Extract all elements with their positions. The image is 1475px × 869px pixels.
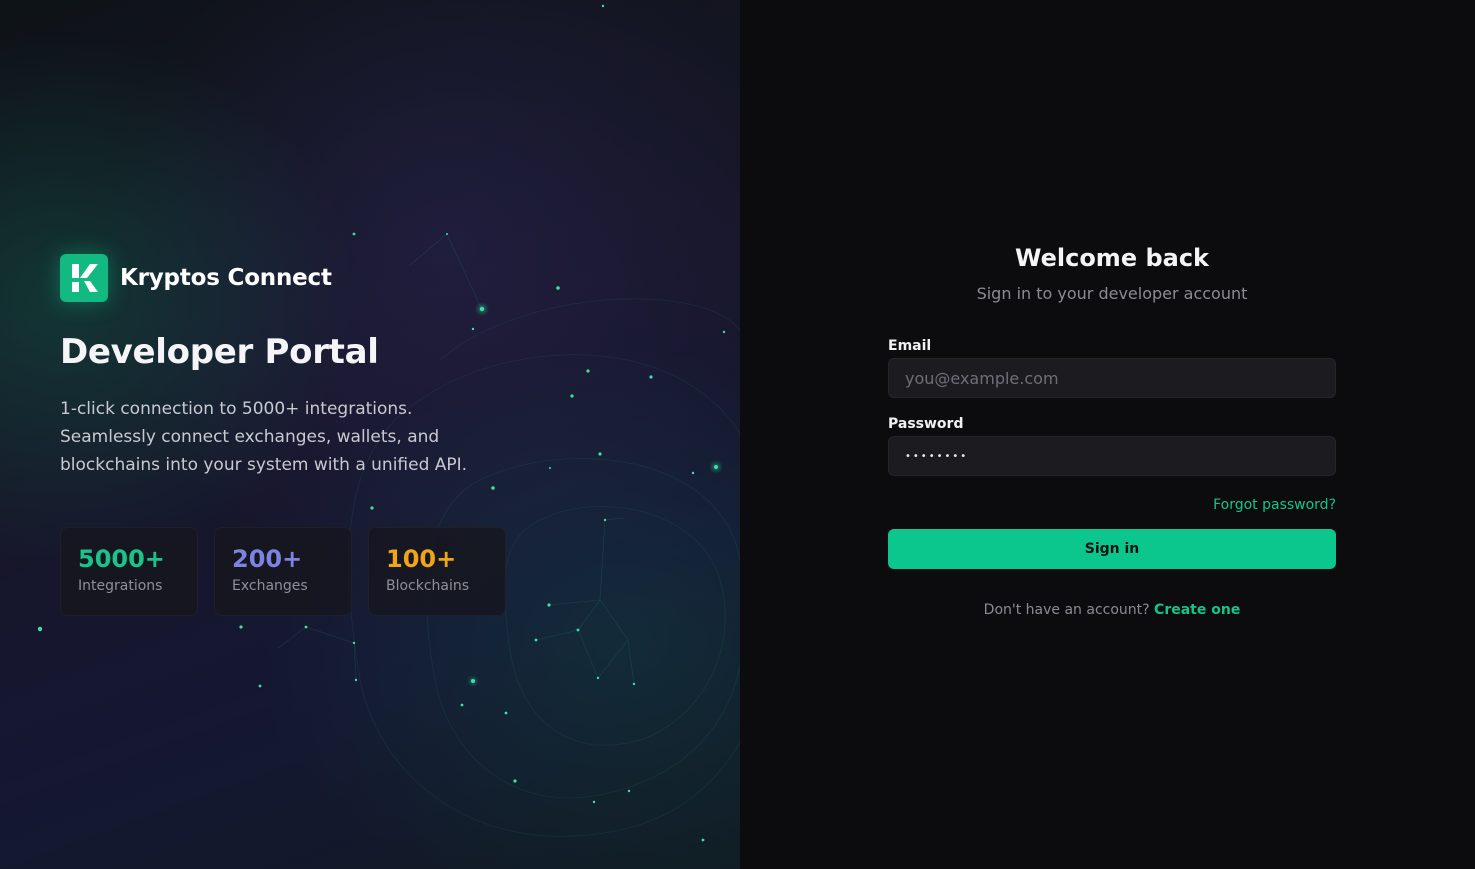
password-label: Password xyxy=(888,416,964,432)
page-title: Developer Portal xyxy=(60,332,379,372)
sign-in-button[interactable]: Sign in xyxy=(888,529,1336,569)
email-label: Email xyxy=(888,338,932,354)
stat-value: 5000+ xyxy=(78,545,165,573)
stat-value: 200+ xyxy=(232,545,303,573)
stats-row: 5000+ Integrations 200+ Exchanges 100+ B… xyxy=(60,527,506,616)
login-subtitle: Sign in to your developer account xyxy=(976,284,1248,303)
stat-value: 100+ xyxy=(386,545,457,573)
login-title: Welcome back xyxy=(1014,244,1210,272)
login-form: Welcome back Sign in to your developer a… xyxy=(888,240,1336,618)
create-account-link[interactable]: Create one xyxy=(1154,602,1240,618)
brand: Kryptos Connect xyxy=(60,254,332,302)
forgot-password-link[interactable]: Forgot password? xyxy=(1213,497,1336,513)
k-logo-icon xyxy=(60,254,108,302)
email-field[interactable] xyxy=(888,358,1336,398)
stat-card-integrations: 5000+ Integrations xyxy=(60,527,198,616)
login-page: Kryptos Connect Developer Portal 1-click… xyxy=(0,0,1475,869)
forgot-row: Forgot password? xyxy=(888,494,1336,513)
signup-prompt: Don't have an account? Create one xyxy=(888,602,1336,618)
stat-label: Integrations xyxy=(78,578,163,594)
brand-name: Kryptos Connect xyxy=(120,265,332,291)
hero-panel: Kryptos Connect Developer Portal 1-click… xyxy=(0,0,740,869)
password-field[interactable] xyxy=(888,436,1336,476)
stat-card-blockchains: 100+ Blockchains xyxy=(368,527,506,616)
hero-description: 1-click connection to 5000+ integrations… xyxy=(60,399,468,475)
stat-label: Exchanges xyxy=(232,578,308,594)
stat-label: Blockchains xyxy=(386,578,470,594)
signup-prompt-text: Don't have an account? xyxy=(983,602,1150,618)
stat-card-exchanges: 200+ Exchanges xyxy=(214,527,352,616)
login-panel: Welcome back Sign in to your developer a… xyxy=(740,0,1475,869)
